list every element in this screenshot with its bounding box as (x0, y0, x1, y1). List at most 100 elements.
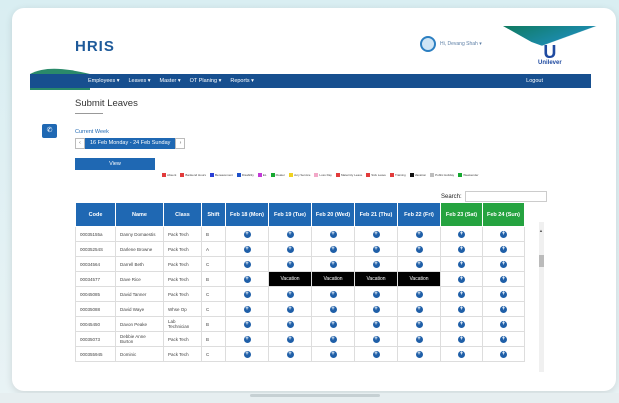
column-header[interactable]: Feb 24 (Sun) (482, 202, 525, 227)
add-leave-icon[interactable] (458, 320, 465, 328)
add-leave-icon[interactable] (329, 335, 337, 343)
column-header[interactable]: Feb 22 (Fri) (397, 202, 441, 227)
vacation-cell[interactable]: Vacation (268, 271, 312, 287)
add-leave-icon[interactable] (458, 245, 465, 253)
add-leave-icon[interactable] (500, 305, 507, 313)
vacation-cell[interactable]: Vacation (354, 271, 398, 287)
add-leave-icon[interactable] (243, 320, 251, 328)
add-leave-icon[interactable] (500, 335, 507, 343)
add-leave-icon[interactable] (500, 245, 507, 253)
column-header[interactable]: Feb 23 (Sat) (440, 202, 483, 227)
add-leave-cell (354, 316, 398, 332)
add-leave-icon[interactable] (286, 305, 294, 313)
add-leave-icon[interactable] (286, 245, 294, 253)
column-header[interactable]: Feb 19 (Tue) (268, 202, 312, 227)
add-leave-icon[interactable] (329, 245, 337, 253)
week-range[interactable]: 16 Feb Monday - 24 Feb Sunday (85, 138, 176, 149)
add-leave-icon[interactable] (243, 305, 251, 313)
scroll-thumb[interactable] (539, 255, 544, 267)
add-leave-icon[interactable] (286, 260, 294, 268)
cell-class: Pack Tech (163, 256, 202, 272)
add-leave-icon[interactable] (372, 245, 380, 253)
add-leave-icon[interactable] (372, 350, 380, 358)
add-leave-icon[interactable] (329, 230, 337, 238)
add-leave-icon[interactable] (415, 260, 423, 268)
add-leave-icon[interactable] (372, 305, 380, 313)
add-leave-icon[interactable] (329, 350, 337, 358)
add-leave-icon[interactable] (500, 320, 507, 328)
add-leave-icon[interactable] (458, 305, 465, 313)
nav-ot-planing[interactable]: OT Planing ▾ (190, 78, 222, 84)
add-leave-icon[interactable] (329, 305, 337, 313)
add-leave-icon[interactable] (329, 320, 337, 328)
search-area: Search: (441, 191, 547, 202)
add-leave-icon[interactable] (372, 290, 380, 298)
legend-swatch (162, 173, 166, 177)
add-leave-cell (397, 346, 441, 362)
add-leave-icon[interactable] (243, 290, 251, 298)
add-leave-icon[interactable] (243, 260, 251, 268)
table-header-row: Code Name Class Shift Feb 18 (Mon) Feb 19 (Tu… (75, 202, 525, 227)
column-header[interactable]: Shift (201, 202, 226, 227)
add-leave-icon[interactable] (243, 275, 251, 283)
view-button[interactable]: View (75, 158, 155, 170)
add-leave-icon[interactable] (286, 230, 294, 238)
add-leave-icon[interactable] (372, 230, 380, 238)
add-leave-icon[interactable] (500, 290, 507, 298)
add-leave-icon[interactable] (329, 290, 337, 298)
vacation-cell[interactable]: Vacation (397, 271, 441, 287)
add-leave-icon[interactable] (500, 230, 507, 238)
add-leave-icon[interactable] (243, 350, 251, 358)
column-header[interactable]: Feb 20 (Wed) (311, 202, 355, 227)
column-header[interactable]: Feb 21 (Thu) (354, 202, 398, 227)
add-leave-icon[interactable] (458, 275, 465, 283)
add-leave-icon[interactable] (415, 335, 423, 343)
prev-week-button[interactable]: ‹ (75, 138, 85, 149)
add-leave-icon[interactable] (243, 245, 251, 253)
table-scrollbar[interactable]: ▲ (539, 222, 544, 372)
add-leave-icon[interactable] (415, 230, 423, 238)
column-header[interactable]: Name (115, 202, 164, 227)
add-leave-icon[interactable] (458, 335, 465, 343)
add-leave-cell (268, 226, 312, 242)
add-leave-icon[interactable] (415, 320, 423, 328)
column-header[interactable]: Feb 18 (Mon) (225, 202, 269, 227)
add-leave-icon[interactable] (286, 290, 294, 298)
add-leave-icon[interactable] (458, 260, 465, 268)
add-leave-icon[interactable] (415, 245, 423, 253)
user-menu[interactable]: Hi, Devang Shah ▾ (420, 36, 482, 52)
add-leave-icon[interactable] (286, 350, 294, 358)
add-leave-icon[interactable] (372, 320, 380, 328)
add-leave-icon[interactable] (286, 335, 294, 343)
add-leave-icon[interactable] (458, 290, 465, 298)
column-header[interactable]: Class (163, 202, 202, 227)
add-leave-icon[interactable] (372, 260, 380, 268)
add-leave-icon[interactable] (500, 260, 507, 268)
add-leave-icon[interactable] (372, 335, 380, 343)
next-week-button[interactable]: › (175, 138, 186, 149)
add-leave-icon[interactable] (415, 290, 423, 298)
cell-name: Danny Domaestis (115, 226, 164, 242)
nav-employees[interactable]: Employees ▾ (88, 78, 120, 84)
add-leave-icon[interactable] (329, 260, 337, 268)
nav-leaves[interactable]: Leaves ▾ (129, 78, 151, 84)
add-leave-icon[interactable] (458, 350, 465, 358)
add-leave-icon[interactable] (458, 230, 465, 238)
phone-icon[interactable]: ✆ (42, 124, 57, 138)
add-leave-icon[interactable] (415, 305, 423, 313)
logout-link[interactable]: Logout (526, 78, 543, 84)
nav-master[interactable]: Master ▾ (160, 78, 181, 84)
add-leave-icon[interactable] (415, 350, 423, 358)
add-leave-icon[interactable] (243, 335, 251, 343)
add-leave-cell (354, 331, 398, 347)
column-header[interactable]: Code (75, 202, 116, 227)
add-leave-icon[interactable] (286, 320, 294, 328)
add-leave-icon[interactable] (500, 350, 507, 358)
legend-label: Maternity Leave (340, 173, 363, 177)
add-leave-icon[interactable] (500, 275, 507, 283)
nav-reports[interactable]: Reports ▾ (230, 78, 254, 84)
scroll-up-icon[interactable]: ▲ (539, 228, 543, 233)
search-input[interactable] (464, 191, 547, 202)
vacation-cell[interactable]: Vacation (311, 271, 355, 287)
add-leave-icon[interactable] (243, 230, 251, 238)
